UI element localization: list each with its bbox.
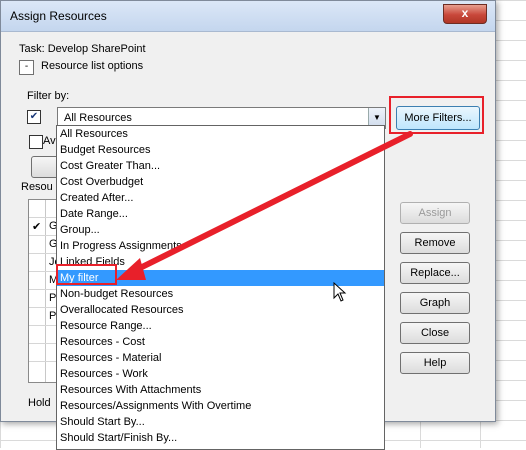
- collapse-toggle-button[interactable]: -: [19, 60, 34, 75]
- window-title: Assign Resources: [10, 9, 107, 23]
- dropdown-item-label: Should Start/Finish By...: [60, 432, 178, 444]
- mouse-pointer-icon: [333, 282, 347, 302]
- task-label: Task: Develop SharePoint: [19, 43, 146, 55]
- dropdown-item[interactable]: Resources/Assignments With Overtime: [57, 398, 384, 414]
- remove-button[interactable]: Remove: [400, 232, 470, 254]
- dropdown-item[interactable]: Resources - Cost: [57, 334, 384, 350]
- dropdown-item-label: Created After...: [60, 192, 134, 204]
- filter-by-label: Filter by:: [27, 90, 70, 102]
- dropdown-item-label: Date Range...: [60, 208, 128, 220]
- assign-label: Assign: [418, 207, 452, 219]
- graph-label: Graph: [419, 297, 451, 309]
- dropdown-item[interactable]: Budget Resources: [57, 142, 384, 158]
- replace-button[interactable]: Replace...: [400, 262, 470, 284]
- close-label: Close: [420, 327, 450, 339]
- dropdown-item[interactable]: Resources - Work: [57, 366, 384, 382]
- available-checkbox[interactable]: [29, 135, 43, 149]
- dropdown-item[interactable]: Group...: [57, 222, 384, 238]
- dropdown-item[interactable]: All Resources: [57, 126, 384, 142]
- resources-label-stub: Resou: [21, 181, 53, 193]
- dropdown-item-label: Resources With Attachments: [60, 384, 202, 396]
- dropdown-item-label: Resources - Work: [60, 368, 148, 380]
- dropdown-item-label: Resources - Material: [60, 352, 162, 364]
- dropdown-item-label: Resource Range...: [60, 320, 152, 332]
- dropdown-item-label: Budget Resources: [60, 144, 151, 156]
- dropdown-item[interactable]: Date Range...: [57, 206, 384, 222]
- dropdown-item[interactable]: Should Start/Finish By...: [57, 430, 384, 446]
- dropdown-item-label: Group...: [60, 224, 100, 236]
- remove-label: Remove: [414, 237, 456, 249]
- dropdown-item[interactable]: Cost Overbudget: [57, 174, 384, 190]
- assigned-check-icon: ✔: [32, 221, 42, 233]
- replace-label: Replace...: [410, 267, 460, 279]
- dropdown-item[interactable]: In Progress Assignments: [57, 238, 384, 254]
- dropdown-item-label: In Progress Assignments: [60, 240, 182, 252]
- filter-selected-value: All Resources: [64, 112, 132, 124]
- help-button[interactable]: Help: [400, 352, 470, 374]
- checkmark-icon: ✔: [29, 111, 39, 122]
- minus-icon: -: [24, 61, 29, 72]
- title-bar: Assign Resources x: [1, 1, 495, 32]
- dropdown-item-label: Non-budget Resources: [60, 288, 174, 300]
- close-window-button[interactable]: x: [443, 4, 487, 24]
- filter-checkbox[interactable]: ✔: [27, 110, 41, 124]
- resource-list-options-label: Resource list options: [41, 60, 144, 72]
- dropdown-item-label: All Resources: [60, 128, 128, 140]
- dropdown-item[interactable]: Overallocated Resources: [57, 302, 384, 318]
- dropdown-item[interactable]: Created After...: [57, 190, 384, 206]
- help-label: Help: [423, 357, 447, 369]
- annotation-box-more-filters: [389, 96, 484, 134]
- dropdown-item-label: Cost Overbudget: [60, 176, 144, 188]
- dropdown-item-label: Cost Greater Than...: [60, 160, 161, 172]
- dropdown-item[interactable]: Resources With Attachments: [57, 382, 384, 398]
- hold-label-stub: Hold: [28, 397, 51, 409]
- assign-button[interactable]: Assign: [400, 202, 470, 224]
- dropdown-item-label: Resources - Cost: [60, 336, 145, 348]
- annotation-box-my-filter: [56, 264, 117, 285]
- dropdown-item[interactable]: Cost Greater Than...: [57, 158, 384, 174]
- close-icon: x: [461, 6, 469, 20]
- dropdown-item[interactable]: Should Start By...: [57, 414, 384, 430]
- dropdown-item[interactable]: Resources - Material: [57, 350, 384, 366]
- dropdown-item-label: Should Start By...: [60, 416, 145, 428]
- dropdown-item[interactable]: Resource Range...: [57, 318, 384, 334]
- close-button[interactable]: Close: [400, 322, 470, 344]
- dropdown-item-label: Resources/Assignments With Overtime: [60, 400, 252, 412]
- graph-button[interactable]: Graph: [400, 292, 470, 314]
- dropdown-item-label: Overallocated Resources: [60, 304, 184, 316]
